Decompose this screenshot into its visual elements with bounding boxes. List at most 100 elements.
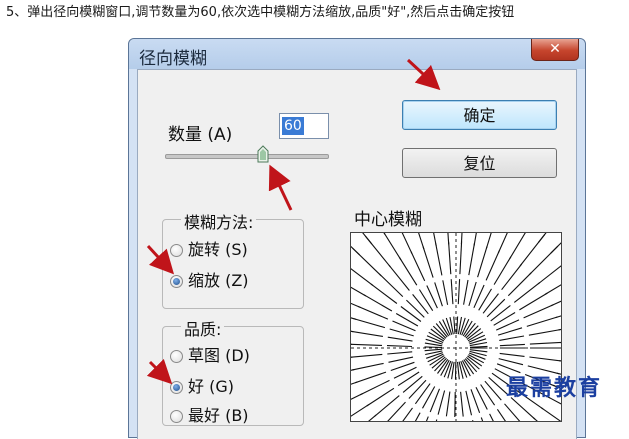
blur-streak	[351, 382, 358, 395]
blur-streak	[435, 282, 443, 306]
watermark-logo: 最需教育	[506, 370, 602, 402]
radio-spin[interactable]: 旋转 (S)	[170, 236, 248, 260]
blur-streak	[490, 414, 505, 421]
amount-label-text: 数量 (A)	[168, 125, 232, 145]
radio-best-label: 最好 (B)	[188, 406, 249, 425]
close-button[interactable]: ✕	[531, 39, 579, 61]
blur-streak	[443, 280, 448, 305]
blur-streak	[524, 305, 554, 318]
blur-streak	[436, 244, 442, 276]
blur-streak	[415, 384, 430, 404]
radio-best[interactable]: 最好 (B)	[170, 402, 249, 426]
blur-streak	[412, 233, 424, 249]
blur-streak	[355, 372, 386, 383]
blur-streak	[429, 233, 437, 246]
quality-legend: 品质:	[181, 316, 224, 340]
blur-streak	[498, 233, 514, 253]
radio-good-indicator[interactable]	[170, 381, 183, 394]
blur-streak	[489, 377, 508, 394]
blur-streak	[351, 405, 369, 421]
blur-streak	[460, 242, 462, 275]
blur-streak	[458, 362, 460, 379]
blur-streak	[425, 349, 443, 351]
radio-draft-indicator[interactable]	[170, 350, 183, 363]
blur-streak	[351, 292, 360, 308]
radio-draft-label: 草图 (D)	[188, 346, 250, 365]
blur-streak	[351, 233, 372, 244]
blur-streak	[459, 362, 463, 379]
blur-streak	[458, 279, 459, 304]
radio-spin-indicator[interactable]	[170, 244, 183, 257]
blur-streak	[486, 233, 498, 249]
blur-streak	[423, 247, 433, 278]
blur-streak	[351, 370, 354, 378]
blur-streak	[394, 367, 417, 378]
blur-streak	[527, 317, 558, 327]
blur-streak	[387, 352, 412, 354]
radio-good-label: 好 (G)	[188, 377, 234, 396]
blur-streak	[446, 392, 450, 417]
blur-streak	[558, 323, 561, 330]
blur-streak	[487, 299, 505, 317]
amount-input[interactable]: 60	[279, 113, 329, 139]
blur-streak	[406, 300, 424, 317]
blur-streak	[425, 347, 443, 348]
blur-streak	[483, 294, 498, 314]
blur-streak	[469, 243, 475, 275]
blur-streak	[461, 392, 464, 417]
blur-streak	[510, 233, 531, 259]
blur-streak	[351, 308, 356, 319]
amount-slider-thumb[interactable]	[257, 145, 269, 163]
blur-center-label: 中心模糊	[354, 205, 422, 230]
blur-streak	[556, 306, 562, 318]
blur-streak	[551, 233, 561, 253]
blur-streak	[398, 372, 419, 386]
blur-streak	[470, 346, 488, 347]
radio-good[interactable]: 好 (G)	[170, 373, 234, 397]
blur-streak	[428, 420, 436, 422]
blur-streak	[351, 326, 353, 332]
blur-streak	[491, 306, 511, 321]
blur-streak	[529, 330, 561, 336]
blur-streak	[351, 354, 382, 357]
blur-streak	[390, 329, 414, 336]
reset-button[interactable]: 复位	[402, 148, 557, 178]
blur-streak	[401, 307, 421, 322]
amount-value: 60	[282, 117, 304, 135]
blur-streak	[470, 351, 487, 355]
radio-draft[interactable]: 草图 (D)	[170, 342, 250, 366]
blur-streak	[473, 420, 480, 421]
radio-zoom-indicator[interactable]	[170, 275, 183, 288]
ok-button[interactable]: 确定	[402, 100, 557, 130]
blur-streak	[464, 280, 468, 305]
blur-streak	[389, 357, 414, 362]
amount-slider-track[interactable]	[165, 154, 329, 159]
blur-streak	[486, 251, 499, 281]
blur-streak	[411, 252, 425, 281]
blur-streak	[380, 233, 401, 260]
blur-streak	[395, 233, 412, 254]
blur-streak	[391, 362, 415, 370]
blur-streak	[449, 242, 451, 274]
blur-streak	[541, 408, 561, 421]
blur-streak	[351, 394, 363, 412]
blur-streak	[352, 363, 384, 370]
blur-streak	[413, 294, 429, 313]
blur-streak	[481, 418, 492, 422]
blur-streak	[360, 380, 389, 394]
radio-zoom[interactable]: 缩放 (Z)	[170, 267, 249, 291]
blur-method-legend: 模糊方法:	[181, 209, 256, 233]
amount-label: 数量 (A)	[168, 120, 232, 145]
instruction-text: 5、弹出径向模糊窗口,调节数量为60,依次选中模糊方法缩放,品质"好",然后点击…	[6, 4, 626, 22]
blur-streak	[454, 317, 455, 334]
blur-streak	[481, 385, 495, 406]
blur-streak	[560, 341, 561, 343]
blur-streak	[461, 233, 463, 244]
blur-streak	[478, 246, 488, 277]
blur-streak	[499, 359, 523, 365]
blur-streak	[383, 402, 405, 421]
blur-streak	[387, 346, 412, 347]
blur-streak	[485, 381, 501, 400]
blur-streak	[393, 408, 412, 421]
title-bar[interactable]: 径向模糊 ✕	[129, 39, 585, 69]
